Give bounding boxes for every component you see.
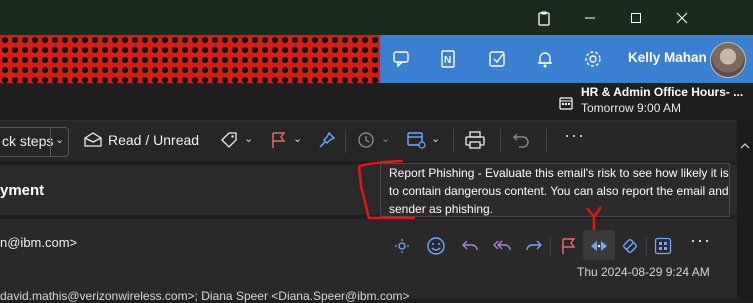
annotation-arrow <box>586 206 603 230</box>
quick-steps-label: ck steps <box>2 133 54 149</box>
message-more-options-icon[interactable]: ··· <box>690 230 711 251</box>
meeting-reminder[interactable]: HR & Admin Office Hours- ... Tomorrow 9:… <box>555 83 753 119</box>
undo-icon[interactable] <box>512 131 530 154</box>
print-icon[interactable] <box>465 131 485 154</box>
clipboard-icon[interactable] <box>521 0 567 35</box>
sun-icon[interactable] <box>390 234 414 258</box>
scrollbar[interactable] <box>737 120 753 299</box>
user-name[interactable]: Kelly Mahan <box>628 50 707 65</box>
gear-icon[interactable] <box>581 47 605 71</box>
snooze-clock-icon[interactable] <box>357 131 375 154</box>
message-recipients[interactable]: david.mathis@verizonwireless.com>; Diana… <box>0 289 410 303</box>
minimize-button[interactable] <box>567 0 613 35</box>
forward-icon[interactable] <box>522 234 546 258</box>
read-unread-button[interactable]: Read / Unread <box>108 132 199 148</box>
more-options-icon[interactable]: ··· <box>564 125 585 146</box>
tag-blue-icon[interactable] <box>618 234 642 258</box>
app-header: N Kelly Mahan <box>0 35 753 83</box>
message-date: Thu 2024-08-29 9:24 AM <box>577 265 710 279</box>
header-banner-image <box>0 35 380 83</box>
bell-icon[interactable] <box>533 47 557 71</box>
tag-dropdown-icon[interactable]: ⌄ <box>244 132 253 145</box>
snooze-dropdown-icon[interactable]: ⌄ <box>381 132 390 145</box>
onenote-icon[interactable]: N <box>437 47 461 71</box>
quick-steps-button[interactable]: ck steps ⌄ <box>0 127 69 157</box>
flag-message-icon[interactable] <box>556 234 580 258</box>
apps-icon[interactable] <box>651 234 675 258</box>
pin-icon[interactable] <box>318 131 336 154</box>
notes-icon[interactable] <box>485 47 509 71</box>
tag-icon[interactable] <box>220 131 238 154</box>
emoji-icon[interactable] <box>424 234 448 258</box>
reminder-time: Tomorrow 9:00 AM <box>581 101 682 115</box>
reminder-title: HR & Admin Office Hours- ... <box>581 85 744 99</box>
close-button[interactable] <box>659 0 705 35</box>
rules-icon[interactable] <box>407 131 427 154</box>
svg-text:N: N <box>444 55 451 66</box>
window-title-bar <box>0 0 753 35</box>
chat-icon[interactable] <box>390 47 414 71</box>
maximize-button[interactable] <box>613 0 659 35</box>
calendar-icon <box>559 96 573 115</box>
reply-all-icon[interactable] <box>490 234 514 258</box>
annotation-outline <box>357 159 415 220</box>
flag-icon[interactable] <box>270 131 286 154</box>
report-phishing-icon[interactable] <box>587 234 611 258</box>
flag-dropdown-icon[interactable]: ⌄ <box>293 132 302 145</box>
sender-address[interactable]: n@ibm.com> <box>0 235 77 250</box>
reply-icon[interactable] <box>458 234 482 258</box>
message-header: n@ibm.com> <box>0 219 737 299</box>
rules-dropdown-icon[interactable]: ⌄ <box>431 132 440 145</box>
message-subject: yment <box>0 182 45 199</box>
scroll-up-icon[interactable] <box>740 142 750 150</box>
chevron-down-icon[interactable]: ⌄ <box>55 133 64 146</box>
envelope-open-icon <box>84 131 102 152</box>
avatar[interactable] <box>710 42 746 78</box>
ribbon-toolbar: ck steps ⌄ Read / Unread ⌄ ⌄ ⌄ ⌄ ··· <box>0 120 737 161</box>
